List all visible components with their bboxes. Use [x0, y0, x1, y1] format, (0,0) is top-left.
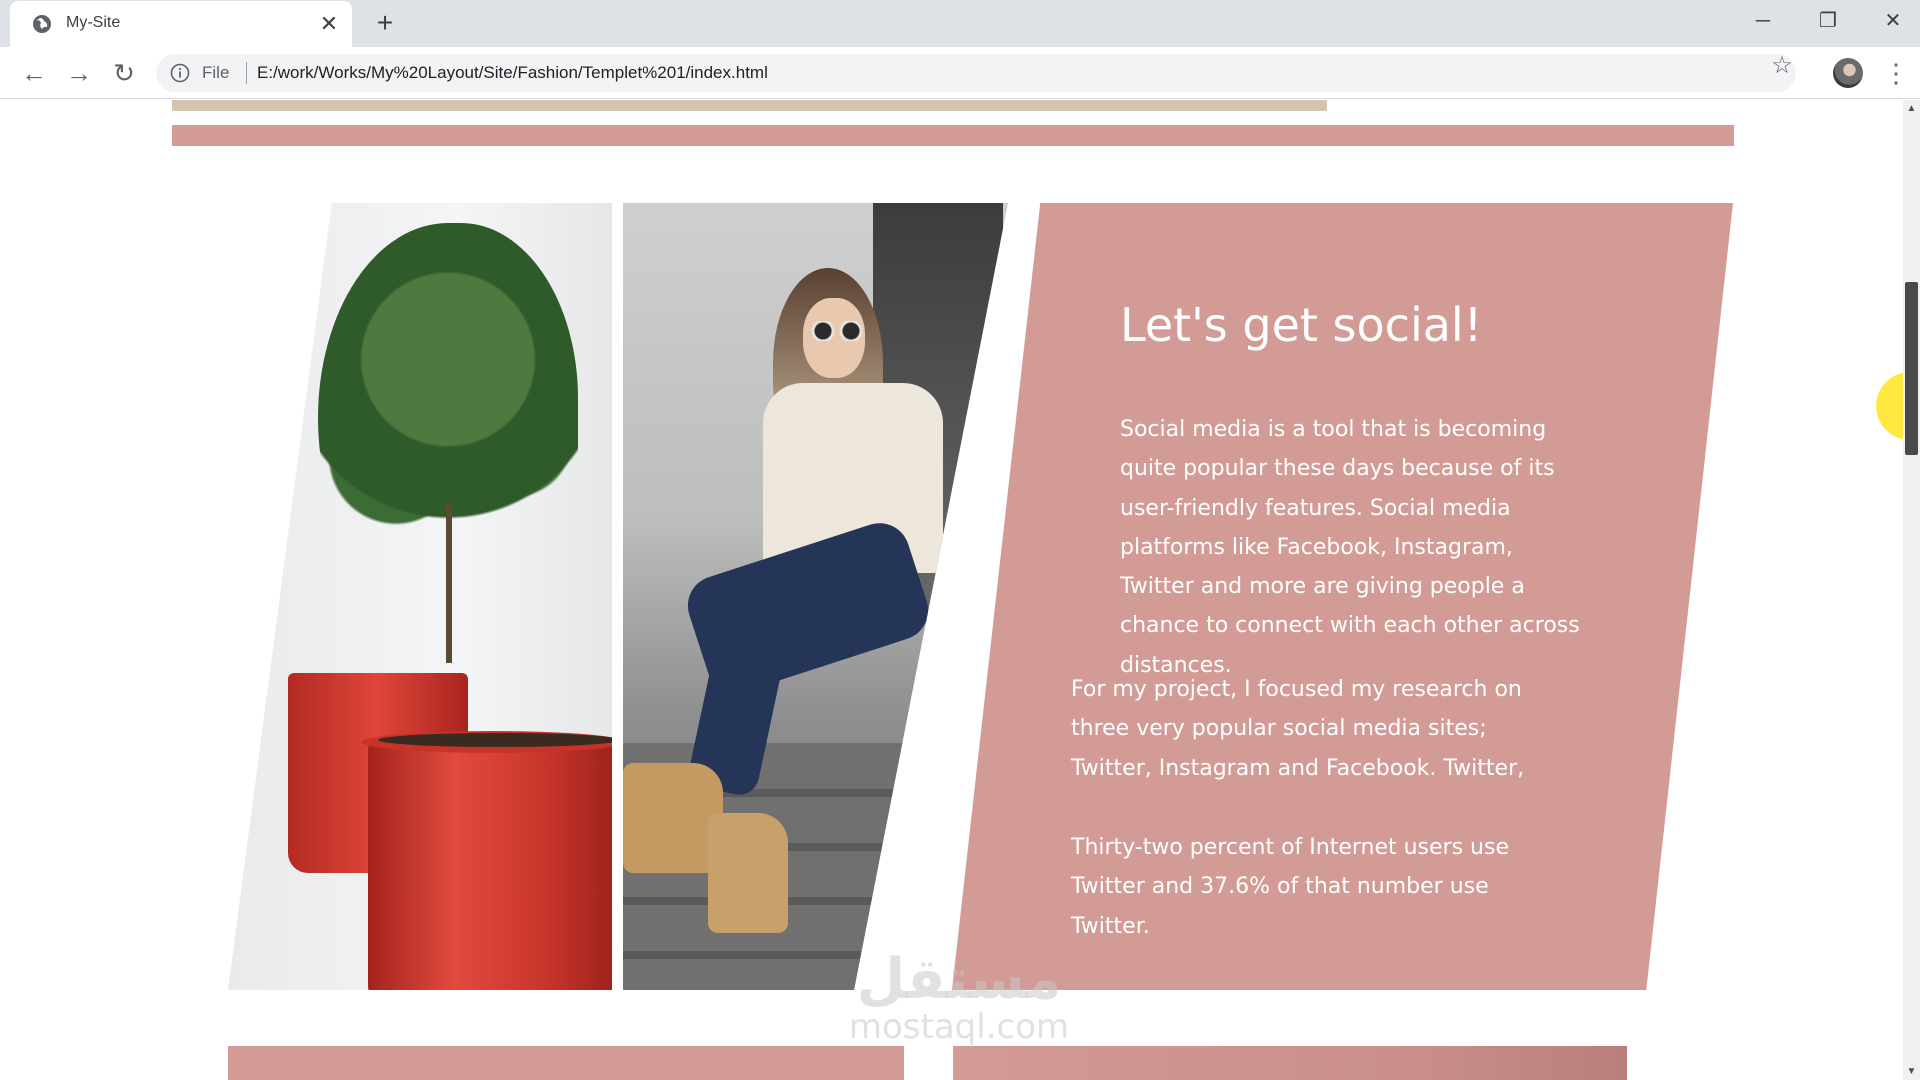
pot-soil: [378, 733, 612, 747]
watermark-text: mostaql.com: [848, 1007, 1070, 1047]
url-text[interactable]: E:/work/Works/My%20Layout/Site/Fashion/T…: [257, 63, 768, 83]
plant-stem: [446, 503, 452, 663]
right-boot: [708, 813, 788, 933]
vertical-scrollbar[interactable]: ▲ ▼: [1903, 100, 1920, 1080]
pink-divider-bar: [172, 125, 1734, 146]
back-button[interactable]: ←: [19, 58, 49, 88]
sunglasses: [809, 321, 865, 341]
tab-title: My-Site: [66, 14, 121, 31]
tab-close-button[interactable]: ✕: [316, 11, 342, 37]
forward-button[interactable]: →: [64, 58, 94, 88]
close-window-button[interactable]: ✕: [1870, 6, 1916, 36]
scroll-down-arrow-icon[interactable]: ▼: [1903, 1063, 1920, 1080]
globe-icon: [33, 15, 51, 33]
reload-button[interactable]: ↻: [109, 58, 139, 88]
social-heading: Let's get social!: [1120, 298, 1483, 352]
star-icon[interactable]: ☆: [1770, 54, 1794, 78]
scroll-up-arrow-icon[interactable]: ▲: [1903, 100, 1920, 117]
minimize-button[interactable]: ─: [1740, 6, 1786, 36]
social-paragraph-3: Thirty-two percent of Internet users use…: [1071, 835, 1509, 939]
restore-button[interactable]: ❐: [1805, 6, 1851, 36]
next-section-right-block: [953, 1046, 1627, 1080]
social-paragraph-1: Social media is a tool that is becoming …: [1120, 417, 1580, 678]
scheme-label: File: [202, 63, 230, 82]
browser-tab[interactable]: My-Site ✕: [10, 1, 352, 47]
more-vert-icon[interactable]: ⋮: [1883, 58, 1909, 88]
page-viewport: Let's get social! Social media is a tool…: [0, 100, 1920, 1080]
address-separator: [246, 62, 247, 84]
scroll-thumb[interactable]: [1905, 282, 1918, 455]
info-icon[interactable]: [170, 63, 190, 83]
browser-tab-strip: My-Site ✕ + ─ ❐ ✕: [0, 0, 1920, 47]
browser-toolbar: ← → ↻ File E:/work/Works/My%20Layout/Sit…: [0, 47, 1920, 99]
watermark-logo: مستقل: [856, 947, 1062, 1012]
red-pot: [368, 743, 612, 990]
profile-avatar[interactable]: [1833, 58, 1863, 88]
watermark: مستقل mostaql.com: [843, 947, 1075, 1047]
new-tab-button[interactable]: +: [370, 8, 400, 38]
social-paragraph-2: For my project, I focused my research on…: [1071, 677, 1525, 781]
address-bar[interactable]: File E:/work/Works/My%20Layout/Site/Fash…: [156, 54, 1796, 92]
next-section-left-block: [228, 1046, 904, 1080]
woman-photo: [623, 203, 1008, 990]
plant-photo: [228, 203, 612, 990]
beige-divider-bar: [172, 100, 1327, 111]
